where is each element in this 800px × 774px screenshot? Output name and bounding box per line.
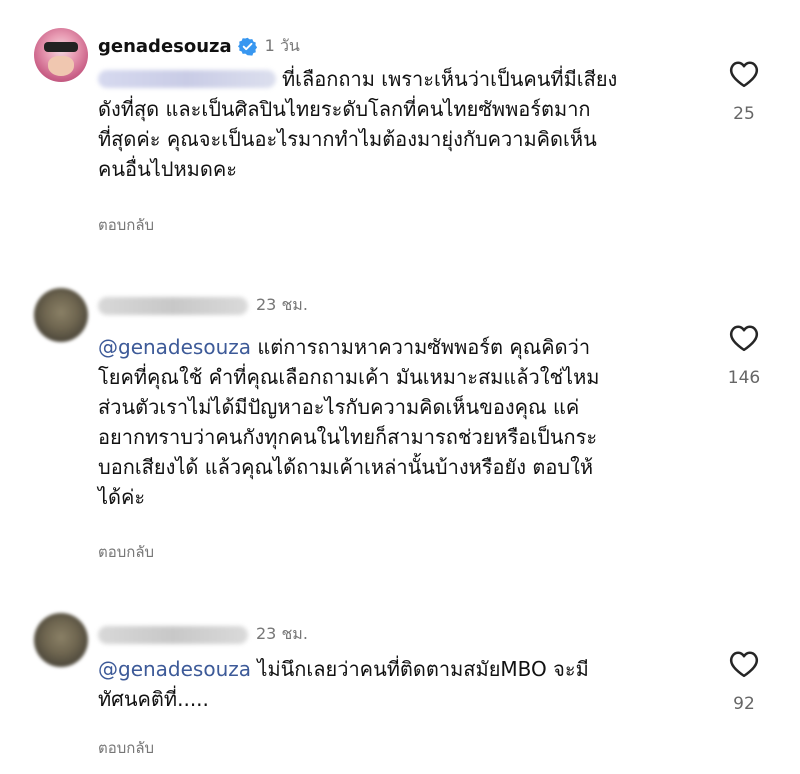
avatar[interactable] xyxy=(34,288,88,342)
comment-line: @genadesouza แต่การถามหาความซัพพอร์ต คุณ… xyxy=(98,335,591,359)
like-button[interactable]: 92 xyxy=(719,650,769,714)
comment-line: อยากทราบว่าคนกังทุกคนในไทยก็สามารถช่วยหร… xyxy=(98,425,598,449)
comment-header: 23 ชม. xyxy=(98,622,308,647)
comment-text: @genadesouza ไม่นึกเลยว่าคนที่ติดตามสมัย… xyxy=(98,654,688,714)
comment-text: @genadesouza แต่การถามหาความซัพพอร์ต คุณ… xyxy=(98,332,688,512)
comment-line: @genadesouza ไม่นึกเลยว่าคนที่ติดตามสมัย… xyxy=(98,657,589,681)
avatar[interactable] xyxy=(34,613,88,667)
comment-line: ส่วนตัวเราไม่ได้มีปัญหาอะไรกับความคิดเห็… xyxy=(98,395,580,419)
reply-button[interactable]: ตอบกลับ xyxy=(98,540,154,564)
comment-line: บอกเสียงได้ แล้วคุณได้ถามเค้าเหล่านั้นบ้… xyxy=(98,455,594,479)
heart-outline-icon[interactable] xyxy=(729,60,759,88)
comment-line: โยคที่คุณใช้ คำที่คุณเลือกถามเค้า มันเหม… xyxy=(98,365,600,389)
comment-text: ที่เลือกถาม เพราะเห็นว่าเป็นคนที่มีเสียง… xyxy=(98,64,688,184)
like-button[interactable]: 25 xyxy=(719,60,769,124)
blurred-username[interactable] xyxy=(98,625,248,644)
comment-line: คนอื่นไปหมดคะ xyxy=(98,157,237,181)
verified-badge-icon xyxy=(237,37,257,56)
blurred-mention[interactable] xyxy=(98,70,276,88)
reply-button[interactable]: ตอบกลับ xyxy=(98,213,154,237)
like-count: 25 xyxy=(733,104,755,124)
mention-link[interactable]: @genadesouza xyxy=(98,335,251,359)
comment-time: 1 วัน xyxy=(264,36,300,55)
heart-outline-icon[interactable] xyxy=(729,324,759,352)
avatar[interactable] xyxy=(34,28,88,82)
comment-header: 23 ชม. xyxy=(98,293,308,318)
blurred-username[interactable] xyxy=(98,296,248,315)
comment-line: ได้ค่ะ xyxy=(98,485,146,509)
comment-time: 23 ชม. xyxy=(256,624,308,643)
username[interactable]: genadesouza xyxy=(98,36,232,57)
comment-line: ดังที่สุด และเป็นศิลปินไทยระดับโลกที่คนไ… xyxy=(98,97,591,121)
comment-header: genadesouza 1 วัน xyxy=(98,34,300,59)
like-count: 146 xyxy=(727,368,761,388)
comment-line: ทัศนคติที่..... xyxy=(98,687,209,711)
like-count: 92 xyxy=(733,694,755,714)
comment-line: ที่เลือกถาม เพราะเห็นว่าเป็นคนที่มีเสียง xyxy=(98,64,688,94)
heart-outline-icon[interactable] xyxy=(729,650,759,678)
like-button[interactable]: 146 xyxy=(719,324,769,388)
reply-button[interactable]: ตอบกลับ xyxy=(98,736,154,760)
comment-time: 23 ชม. xyxy=(256,295,308,314)
mention-link[interactable]: @genadesouza xyxy=(98,657,251,681)
comment-line: ที่สุดค่ะ คุณจะเป็นอะไรมากทำไมต้องมายุ่ง… xyxy=(98,127,597,151)
